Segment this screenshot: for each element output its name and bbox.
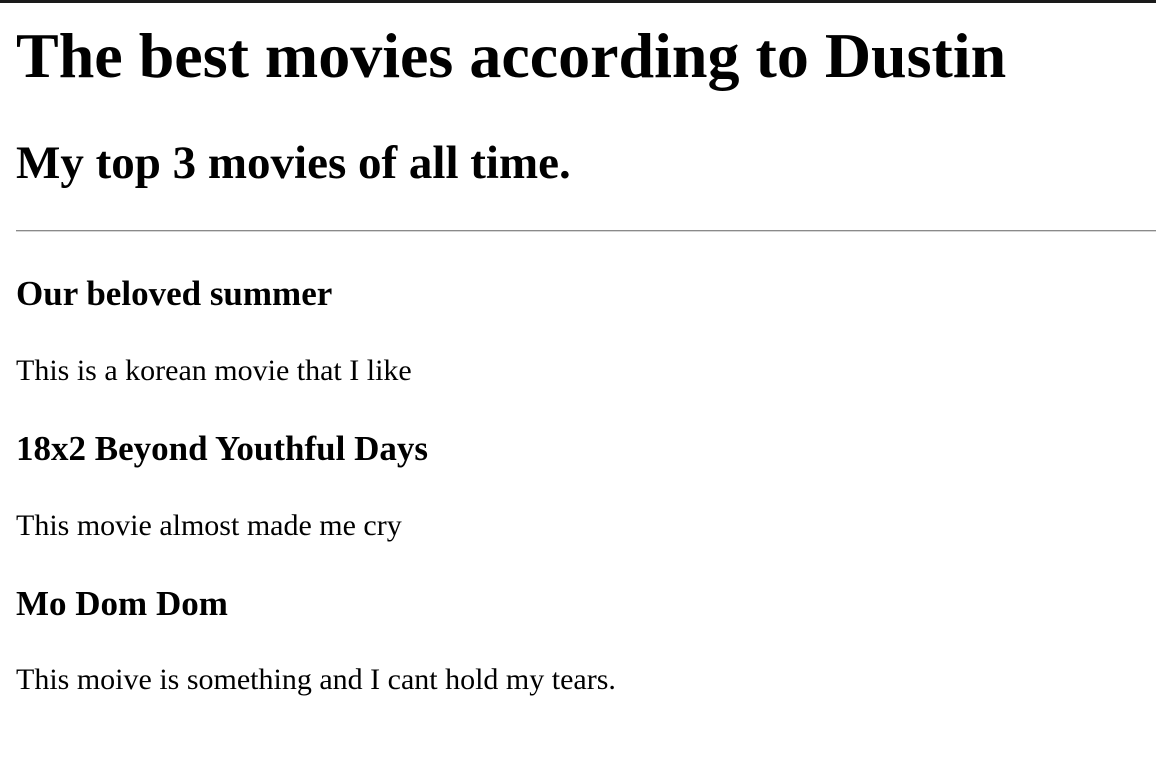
movie-description-1: This is a korean movie that I like [16, 354, 412, 387]
page-title: The best movies according to Dustin [16, 20, 1007, 91]
movie-title-1: Our beloved summer [16, 274, 333, 313]
horizontal-divider [16, 230, 1156, 232]
movie-title-2: 18x2 Beyond Youthful Days [16, 429, 428, 468]
movie-description-2: This movie almost made me cry [16, 509, 402, 542]
movie-title-3: Mo Dom Dom [16, 584, 228, 623]
page-subtitle: My top 3 movies of all time. [16, 137, 571, 189]
movie-description-3: This moive is something and I cant hold … [16, 663, 616, 696]
top-border [0, 0, 1156, 3]
